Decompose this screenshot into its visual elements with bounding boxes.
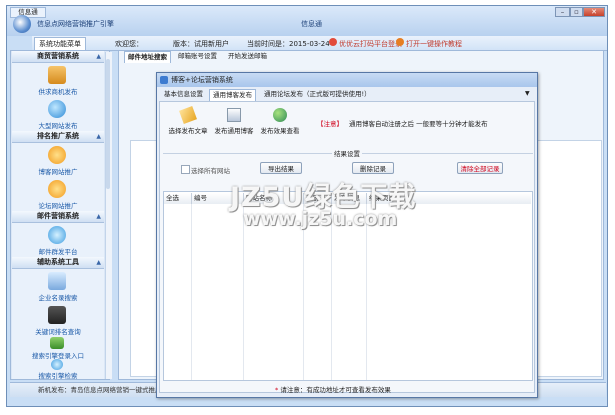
section-mail[interactable]: 邮件营销系统 ▲ <box>12 211 104 223</box>
sidebar-item-supply[interactable]: 供求商机发布 <box>12 63 104 97</box>
cloud-icon <box>329 38 337 46</box>
dialog-title-bar: 博客+论坛营销系统 <box>157 73 537 87</box>
sidebar-item-label: 企业名录搜索 <box>38 294 78 302</box>
chevron-up-icon[interactable]: ▲ <box>96 51 101 62</box>
sidebar-item-engine-search[interactable]: 搜索引擎检索 <box>12 359 104 380</box>
select-all-checkbox[interactable] <box>181 165 190 174</box>
sidebar-item-label: 博客网站推广 <box>38 168 78 176</box>
dialog-title: 博客+论坛营销系统 <box>171 76 233 84</box>
toolbar-label: 发布效果查看 <box>260 127 300 135</box>
status-text: 新机发布：青岛信息点网络营销一键式推广 <box>38 386 162 394</box>
column-divider <box>331 204 332 380</box>
tab-email-search[interactable]: 邮件地址搜索 <box>124 51 171 63</box>
group-label: 结果设置 <box>332 148 362 158</box>
export-button[interactable]: 导出结果 <box>260 162 302 174</box>
sidebar-item-label: 搜索引擎检索 <box>38 372 78 380</box>
sidebar-item-mail[interactable]: 邮件群发平台 <box>12 223 104 257</box>
blog-forum-dialog: 博客+论坛营销系统 基本信息设置 通用博客发布 通用论坛发布（正式版可提供使用!… <box>156 72 538 398</box>
tab-start-send[interactable]: 开始发送邮箱 <box>225 51 270 62</box>
column-divider <box>191 204 192 380</box>
column-divider <box>243 204 244 380</box>
footer-note: * 请注意：有成功地址才可查看发布效果 <box>275 384 391 394</box>
clear-all-button[interactable]: 清除全部记录 <box>457 162 503 174</box>
sidebar-item-label: 关键词排名查询 <box>35 328 81 336</box>
section-trade[interactable]: 商贸营销系统 ▲ <box>12 51 104 63</box>
sidebar: 商贸营销系统 ▲ 供求商机发布 大型网站发布 排名推广系统 ▲ 博客网站推广 论坛网… <box>10 50 112 380</box>
sidebar-item-label: 邮件群发平台 <box>38 248 78 256</box>
view-results-button[interactable]: 发布效果查看 <box>259 108 301 138</box>
chevron-up-icon[interactable]: ▲ <box>96 257 101 268</box>
close-icon[interactable]: ✕ <box>583 7 605 17</box>
welcome-label: 欢迎您： <box>115 40 143 48</box>
globe-icon <box>48 100 66 118</box>
tab-email-account[interactable]: 邮箱账号设置 <box>175 51 220 62</box>
notice-text: 通用博客自动注册之后 一般要等十分钟才能发布 <box>349 120 488 128</box>
sidebar-item-company-search[interactable]: 企业名录搜索 <box>12 269 104 303</box>
section-title: 邮件营销系统 <box>37 212 79 220</box>
engine-icon <box>51 359 63 370</box>
section-title: 商贸营销系统 <box>37 52 79 60</box>
app-logo-icon <box>13 15 31 33</box>
tab-forum-publish[interactable]: 通用论坛发布（正式版可提供使用!） <box>261 89 374 100</box>
globe-icon <box>273 108 287 122</box>
tab-system-menu[interactable]: 系统功能菜单 <box>34 37 86 51</box>
chevron-up-icon[interactable]: ▲ <box>96 211 101 222</box>
column-divider <box>366 204 367 380</box>
chevron-up-icon[interactable]: ▲ <box>96 131 101 142</box>
app-title: 信息点网络营销推广引擎 <box>37 20 114 28</box>
restore-icon[interactable]: ▫ <box>570 7 583 17</box>
blog-icon <box>48 146 66 164</box>
checkbox-label: 选择所有网站 <box>191 167 230 175</box>
mail-icon <box>48 226 66 244</box>
sidebar-item-blog[interactable]: 博客网站推广 <box>12 143 104 177</box>
publish-icon <box>48 66 66 84</box>
tab-dropdown-icon[interactable]: ▼ <box>525 90 530 97</box>
tab-blog-publish[interactable]: 通用博客发布 <box>209 89 256 101</box>
captcha-login-link[interactable]: 优优云打码平台登录 <box>339 39 402 49</box>
window-center-title: 信息通 <box>301 20 322 28</box>
section-ranking[interactable]: 排名推广系统 ▲ <box>12 131 104 143</box>
document-icon <box>227 108 241 122</box>
notice-tag: 【注意】 <box>317 120 343 128</box>
date-label: 当前时间是：2015-03-24 <box>247 40 330 48</box>
sidebar-item-label: 大型网站发布 <box>38 122 78 130</box>
tab-basic-info[interactable]: 基本信息设置 <box>161 89 206 100</box>
sidebar-item-label: 论坛网站推广 <box>38 202 78 210</box>
section-title: 排名推广系统 <box>37 132 79 140</box>
column-select-all[interactable]: 全选 <box>164 193 192 204</box>
footer-note-text: 请注意：有成功地址才可查看发布效果 <box>280 386 391 394</box>
section-tools[interactable]: 辅助系统工具 ▲ <box>12 257 104 269</box>
sidebar-scroll-thumb[interactable] <box>106 59 110 189</box>
sidebar-item-keyword-rank[interactable]: 关键词排名查询 <box>12 303 104 337</box>
column-divider <box>303 204 304 380</box>
login-icon <box>50 337 64 349</box>
pencil-icon <box>179 106 197 124</box>
search-icon <box>48 272 66 290</box>
tutorial-icon <box>396 38 404 46</box>
watermark-url: www.jz5u.com <box>243 208 398 230</box>
section-title: 辅助系统工具 <box>37 258 79 266</box>
minimize-icon[interactable]: – <box>555 7 570 17</box>
delete-button[interactable]: 删除记录 <box>352 162 394 174</box>
tutorial-link[interactable]: 打开一键操作教程 <box>406 39 462 49</box>
sidebar-item-label: 供求商机发布 <box>38 88 78 96</box>
keyword-icon <box>48 306 66 324</box>
publish-blog-button[interactable]: 发布通用博客 <box>213 108 255 138</box>
dialog-icon <box>160 76 168 84</box>
select-article-button[interactable]: 选择发布文章 <box>167 106 209 138</box>
sidebar-item-engine-login[interactable]: 搜索引擎登录入口 <box>12 337 104 360</box>
sidebar-item-bigsite[interactable]: 大型网站发布 <box>12 97 104 131</box>
forum-icon <box>48 180 66 198</box>
version-label: 版本：试用新用户 <box>173 40 229 48</box>
sidebar-item-forum[interactable]: 论坛网站推广 <box>12 177 104 211</box>
